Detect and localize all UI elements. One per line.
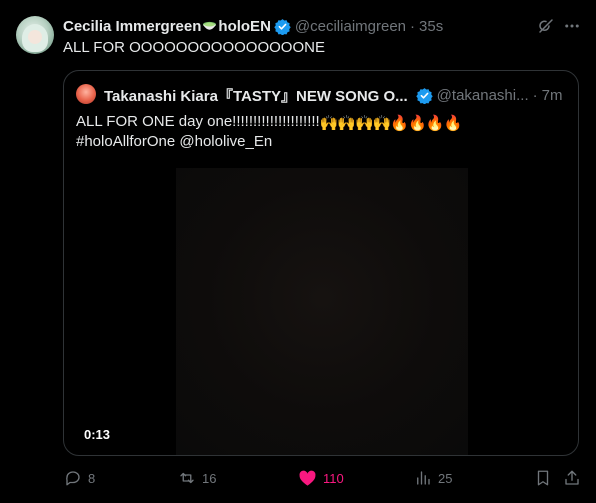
author-name-suffix[interactable]: holoEN [218, 18, 271, 35]
repost-count: 16 [202, 470, 217, 486]
share-icon [565, 470, 579, 485]
verified-badge-icon [274, 18, 291, 35]
verified-badge-icon [415, 87, 433, 104]
grok-icon[interactable] [537, 17, 555, 35]
tweet-text: ALL FOR OOOOOOOOOOOOOOONE [63, 39, 325, 56]
video-duration: 0:13 [84, 427, 111, 442]
quoted-header: Takanashi Kiara『TASTY』NEW SONG O... @tak… [104, 85, 570, 105]
like-button[interactable]: 110 [298, 466, 344, 490]
views-button[interactable]: 25 [414, 466, 452, 490]
like-count: 110 [323, 470, 344, 486]
quoted-video[interactable] [176, 168, 468, 455]
tweet-timestamp[interactable]: 35s [419, 18, 443, 35]
quoted-author-name[interactable]: Takanashi Kiara『TASTY』NEW SONG O... [104, 85, 408, 106]
reply-button[interactable]: 8 [64, 466, 95, 490]
reply-icon [66, 471, 80, 486]
separator-dot: · [410, 17, 416, 35]
separator-dot: · [532, 86, 538, 104]
author-name[interactable]: Cecilia Immergreen [63, 18, 201, 35]
action-bar: 8 16 110 25 [0, 466, 596, 490]
views-count: 25 [438, 470, 453, 486]
quoted-tweet[interactable]: Takanashi Kiara『TASTY』NEW SONG O... @tak… [63, 70, 579, 456]
repost-button[interactable]: 16 [178, 466, 216, 490]
raised-hands-and-fire-emojis: 🙌🙌🙌🙌🔥🔥🔥🔥 [319, 115, 462, 132]
share-button[interactable] [563, 466, 587, 490]
more-options-icon[interactable] [562, 17, 582, 35]
author-handle[interactable]: @ceciliaimgreen [295, 18, 406, 35]
bookmark-button[interactable] [534, 466, 558, 490]
bookmark-icon [537, 470, 549, 486]
quoted-timestamp[interactable]: 7m [542, 87, 563, 104]
author-avatar[interactable] [16, 16, 54, 54]
tweet-header: Cecilia Immergreen holoEN @ceciliaimgree… [63, 16, 443, 36]
views-chart-icon [417, 471, 430, 485]
heart-filled-icon [299, 470, 316, 486]
matcha-emoji-icon [203, 21, 217, 30]
quoted-author-handle[interactable]: @takanashi... [437, 87, 529, 104]
reply-count: 8 [88, 470, 96, 486]
quoted-text-line-2[interactable]: #holoAllforOne @hololive_En [76, 133, 272, 150]
quoted-text: ALL FOR ONE day one!!!!!!!!!!!!!!!!!!!!! [76, 113, 320, 130]
quoted-text-line-1: ALL FOR ONE day one!!!!!!!!!!!!!!!!!!!!!… [76, 113, 462, 132]
repost-icon [180, 472, 194, 484]
quoted-author-avatar[interactable] [76, 84, 96, 104]
